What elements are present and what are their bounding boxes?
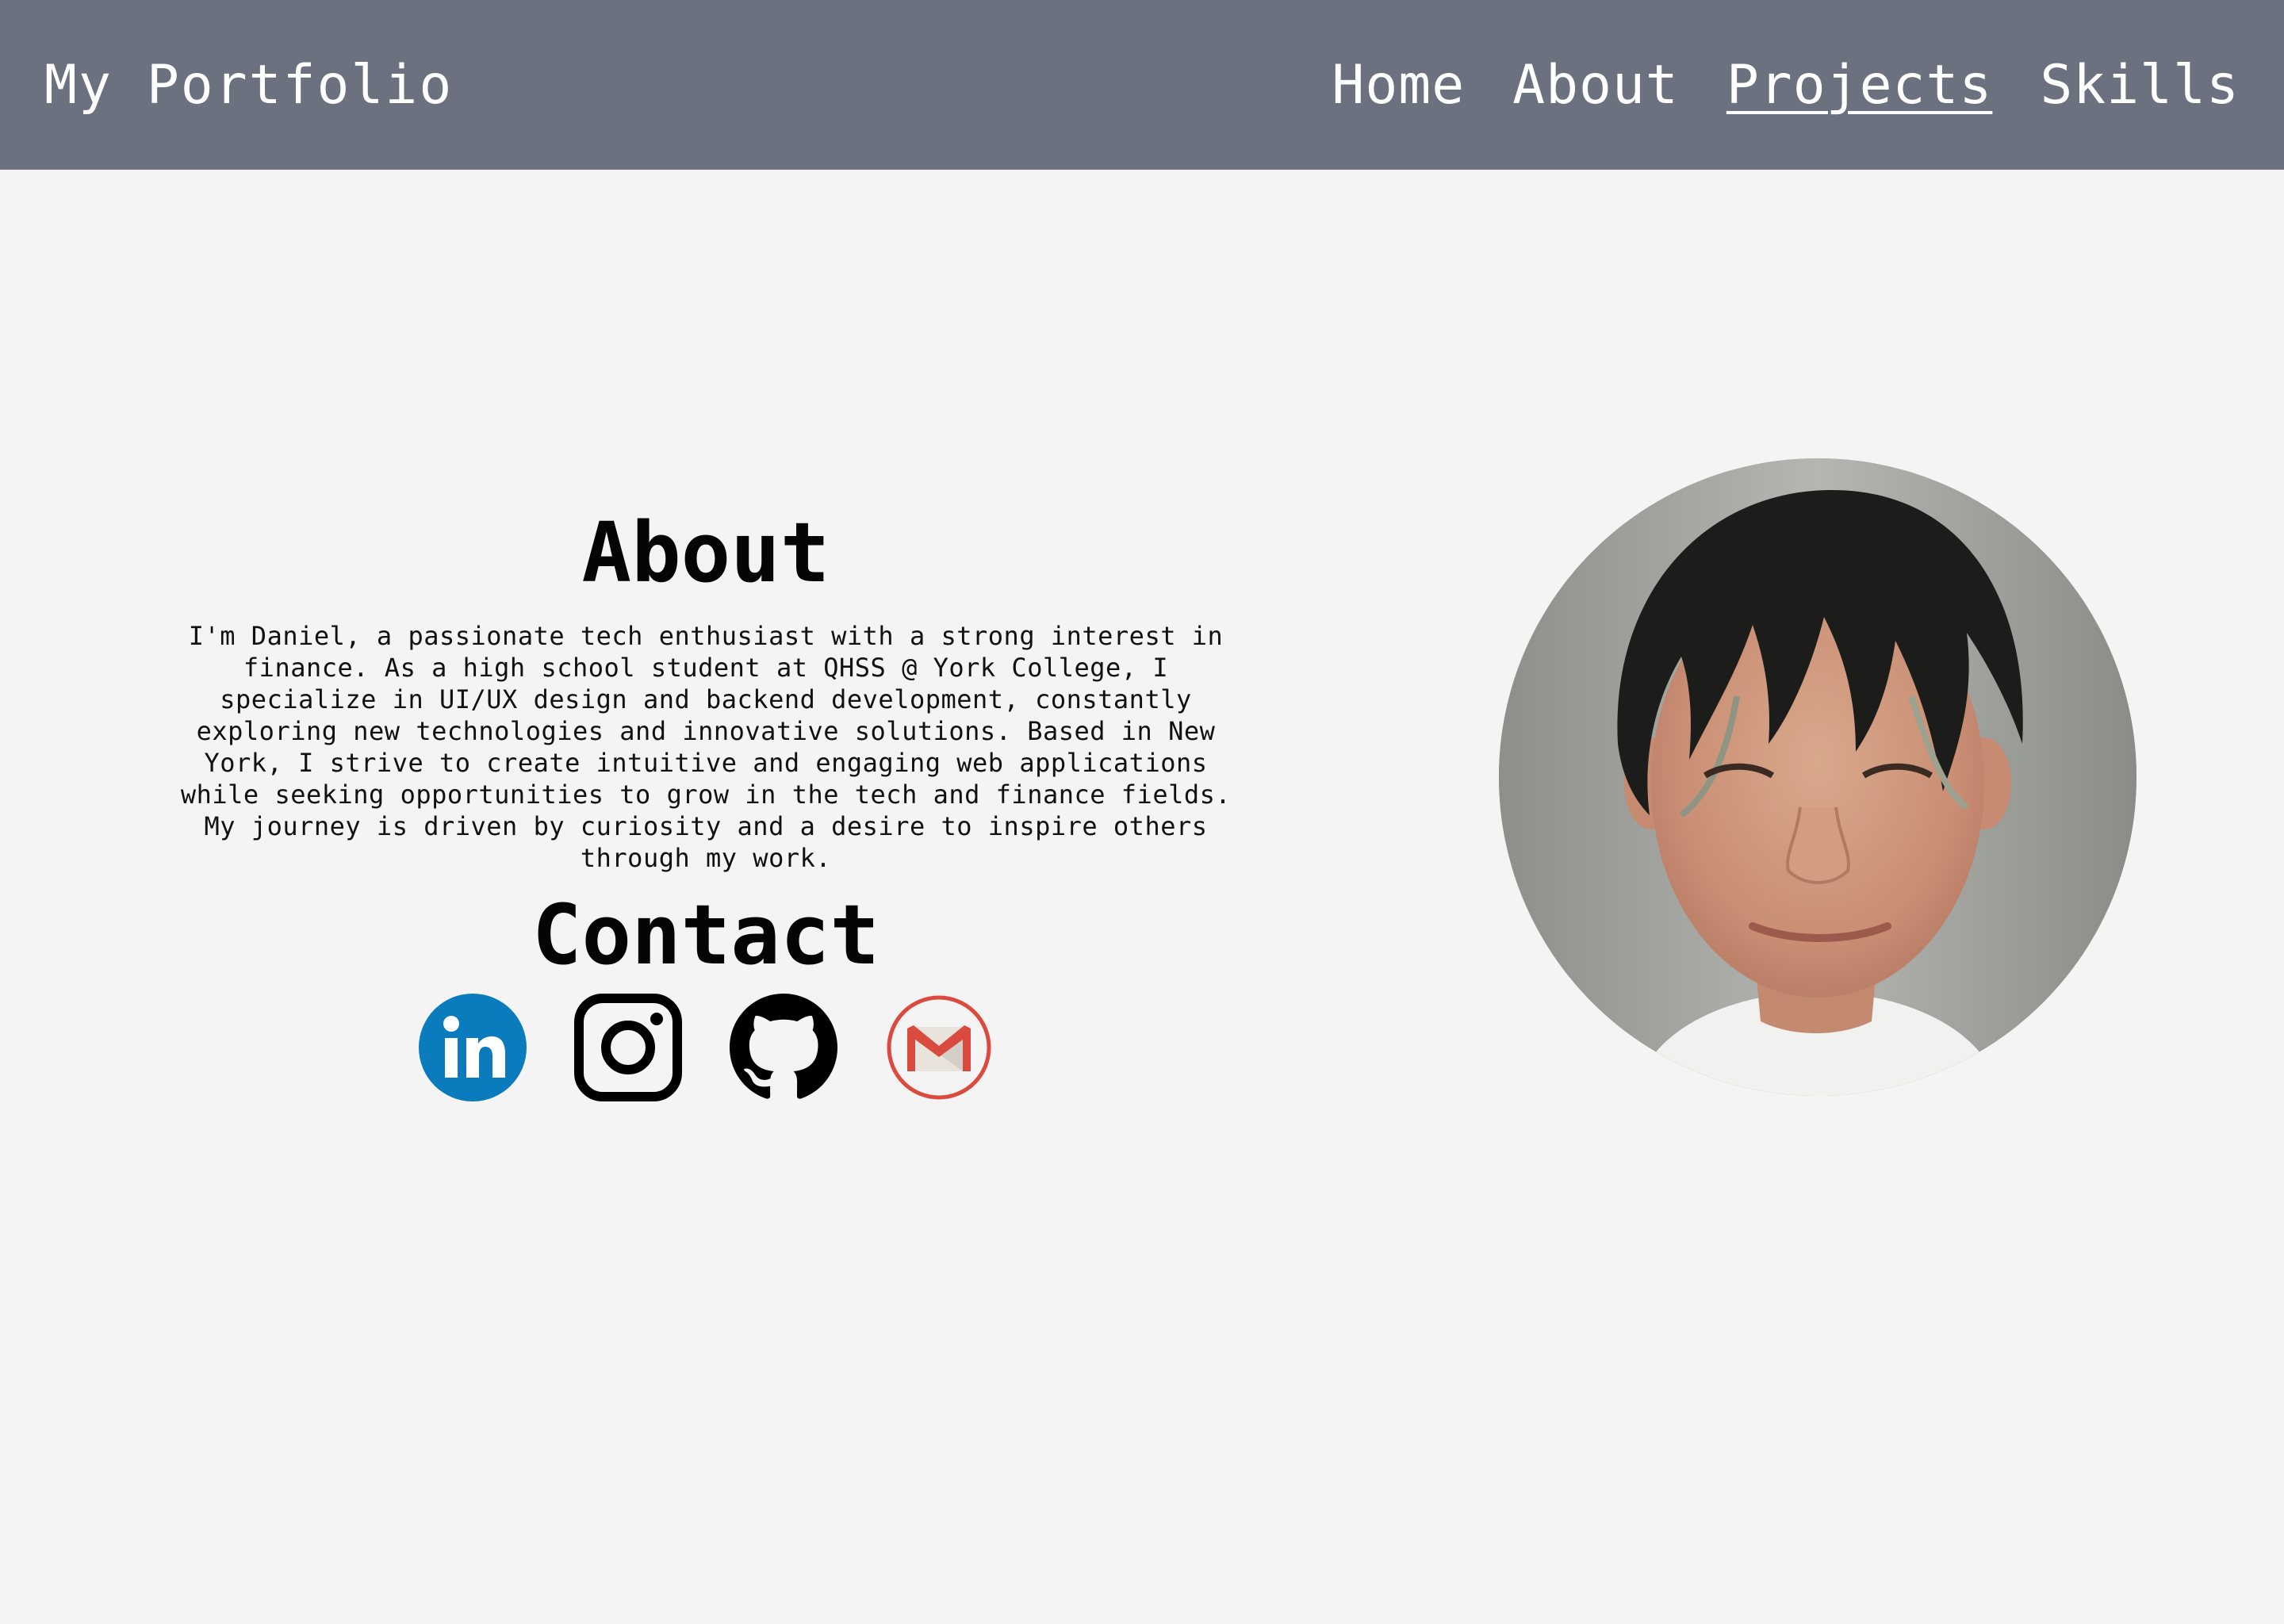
profile-photo (1499, 458, 2136, 1096)
about-heading: About (581, 504, 830, 601)
about-paragraph: I'm Daniel, a passionate tech enthusiast… (180, 621, 1232, 874)
contact-icons (174, 993, 1237, 1101)
github-icon[interactable] (730, 993, 837, 1101)
nav-about-link[interactable]: About (1512, 54, 1679, 117)
nav-skills-link[interactable]: Skills (2040, 54, 2240, 117)
navbar: My Portfolio Home About Projects Skills (0, 0, 2284, 170)
nav-projects-link[interactable]: Projects (1726, 54, 1993, 117)
site-brand[interactable]: My Portfolio (44, 54, 453, 117)
nav-home-link[interactable]: Home (1332, 54, 1465, 117)
instagram-icon[interactable] (574, 993, 682, 1101)
linkedin-icon[interactable] (419, 993, 527, 1101)
contact-heading: Contact (531, 887, 880, 984)
gmail-icon[interactable] (885, 994, 993, 1101)
nav-menu: Home About Projects Skills (1332, 54, 2240, 117)
about-section: About I'm Daniel, a passionate tech enth… (174, 508, 1237, 1101)
